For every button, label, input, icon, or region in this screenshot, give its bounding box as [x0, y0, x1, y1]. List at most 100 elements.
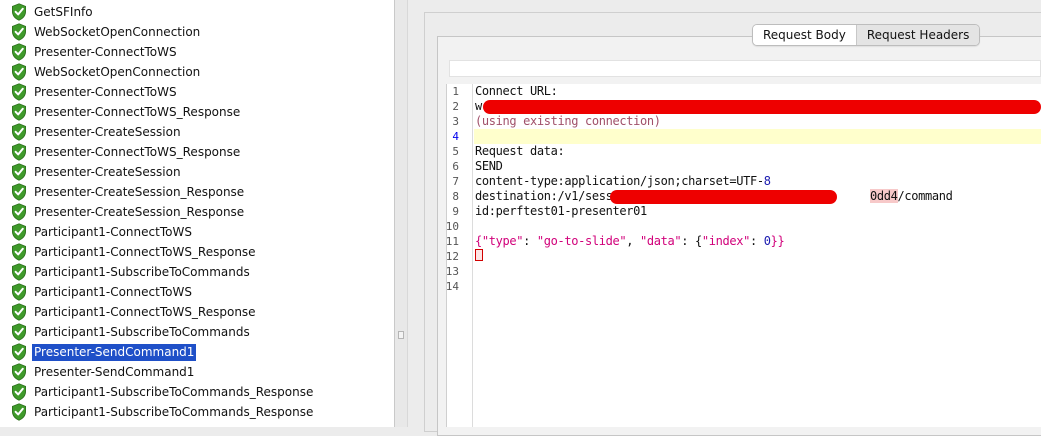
code-line-5: Request data:	[475, 144, 565, 158]
json-brace: }}	[770, 234, 785, 248]
tree-item-label: WebSocketOpenConnection	[34, 64, 201, 79]
sampler-tree: GetSFInfo WebSocketOpenConnection Presente…	[0, 0, 394, 427]
tree-item[interactable]: Participant1-ConnectToWS	[11, 282, 391, 302]
tab-request-headers[interactable]: Request Headers	[856, 25, 980, 45]
redaction-mark	[483, 100, 1041, 114]
line-number: 7	[452, 175, 459, 188]
line-number: 9	[452, 205, 459, 218]
success-shield-icon	[11, 383, 27, 401]
success-shield-icon	[11, 323, 27, 341]
line-number: 10	[445, 220, 459, 233]
request-body-editor[interactable]: 1 2 3 4 5 6 7 8 9 10 11 12 13 14 Connect URL: w (usin…	[446, 84, 1041, 427]
tree-item[interactable]: Presenter-ConnectToWS_Response	[11, 142, 391, 162]
tree-item-label: Participant1-SubscribeToCommands	[34, 264, 250, 279]
tree-item[interactable]: Presenter-CreateSession	[11, 122, 391, 142]
tree-item-label: GetSFInfo	[34, 4, 93, 19]
charset-number: 8	[763, 174, 771, 188]
json-colon: :	[750, 234, 764, 248]
tab-request-body[interactable]: Request Body	[753, 25, 857, 45]
tree-item-label: Presenter-CreateSession_Response	[34, 204, 245, 219]
tree-item[interactable]: Presenter-ConnectToWS_Response	[11, 102, 391, 122]
tree-item[interactable]: Presenter-SendCommand1	[11, 362, 391, 382]
line-number: 14	[445, 280, 459, 293]
success-shield-icon	[11, 83, 27, 101]
tree-item-label: Participant1-ConnectToWS_Response	[34, 304, 256, 319]
tree-item[interactable]: Participant1-SubscribeToCommands_Respons…	[11, 402, 391, 422]
tree-item[interactable]: Participant1-SubscribeToCommands	[11, 262, 391, 282]
success-shield-icon	[11, 283, 27, 301]
line-number: 2	[452, 100, 459, 113]
editor-search-bar[interactable]	[449, 60, 1041, 77]
tree-item[interactable]: Participant1-ConnectToWS_Response	[11, 302, 391, 322]
line-number: 13	[445, 265, 459, 278]
destination-command: /command	[897, 189, 953, 203]
tree-item[interactable]: Participant1-ConnectToWS	[11, 222, 391, 242]
success-shield-icon	[11, 23, 27, 41]
success-shield-icon	[11, 63, 27, 81]
tree-item-label: Participant1-ConnectToWS	[34, 284, 192, 299]
result-panel: Request Body Request Headers 1 2 3 4 5 6 7 8 9 10…	[408, 0, 1041, 436]
success-shield-icon	[11, 203, 27, 221]
tree-item-label: Participant1-ConnectToWS	[34, 224, 192, 239]
tree-item[interactable]: Presenter-SendCommand1	[11, 342, 391, 362]
success-shield-icon	[11, 123, 27, 141]
tree-item[interactable]: Presenter-CreateSession_Response	[11, 202, 391, 222]
line-number: 3	[452, 115, 459, 128]
tree-item-label: Presenter-CreateSession	[34, 124, 181, 139]
json-value: "go-to-slide"	[536, 234, 627, 248]
line-number-gutter: 1 2 3 4 5 6 7 8 9 10 11 12 13 14	[446, 84, 473, 427]
success-shield-icon	[11, 43, 27, 61]
tree-item-label: Presenter-CreateSession	[34, 164, 181, 179]
code-line-6: SEND	[475, 159, 503, 173]
line-number: 11	[445, 235, 459, 248]
code-line-1: Connect URL:	[475, 84, 558, 98]
json-key: "type"	[481, 234, 524, 248]
json-colon: :	[523, 234, 537, 248]
success-shield-icon	[11, 343, 27, 361]
json-key: "data"	[640, 234, 682, 248]
tree-item[interactable]: Presenter-CreateSession_Response	[11, 182, 391, 202]
tree-item[interactable]: GetSFInfo	[11, 2, 391, 22]
success-shield-icon	[11, 103, 27, 121]
json-key: "index"	[701, 234, 750, 248]
connect-url-text: w	[475, 99, 482, 113]
code-line-12	[475, 249, 483, 264]
line-number: 12	[445, 250, 459, 263]
tree-item-label: Presenter-CreateSession_Response	[34, 184, 245, 199]
line-number: 4	[452, 130, 459, 143]
current-line-highlight	[474, 129, 1041, 144]
tree-item[interactable]: Participant1-ConnectToWS_Response	[11, 242, 391, 262]
line-number: 5	[452, 145, 459, 158]
tree-item-label: Presenter-ConnectToWS_Response	[34, 104, 241, 119]
line-number: 8	[452, 190, 459, 203]
line-number: 6	[452, 160, 459, 173]
code-line-3: (using existing connection)	[475, 114, 661, 129]
json-number: 0	[763, 234, 771, 248]
tree-item[interactable]: Participant1-SubscribeToCommands_Respons…	[11, 382, 391, 402]
success-shield-icon	[11, 363, 27, 381]
tree-item-label: Participant1-ConnectToWS_Response	[34, 244, 256, 259]
code-line-11: {"type": "go-to-slide", "data": {"index"…	[475, 234, 785, 249]
tree-item[interactable]: WebSocketOpenConnection	[11, 62, 391, 82]
tree-item[interactable]: Presenter-ConnectToWS	[11, 42, 391, 62]
tree-item-label: Presenter-ConnectToWS_Response	[34, 144, 241, 159]
splitter-handle[interactable]	[398, 331, 404, 339]
success-shield-icon	[11, 183, 27, 201]
code-line-7: content-type:application/json;charset=UT…	[475, 174, 771, 189]
caret-marker	[475, 249, 483, 261]
content-type-text: content-type:application/json;charset=UT…	[475, 174, 764, 188]
tree-item-label: Participant1-SubscribeToCommands_Respons…	[34, 384, 314, 399]
success-shield-icon	[11, 223, 27, 241]
redaction-mark	[610, 190, 837, 204]
tree-item[interactable]: Presenter-ConnectToWS	[11, 82, 391, 102]
tree-item-label: Presenter-SendCommand1	[32, 343, 197, 361]
panel-splitter[interactable]	[394, 0, 408, 427]
request-tabs: Request Body Request Headers	[752, 24, 981, 46]
tree-item-label: Participant1-SubscribeToCommands	[34, 324, 250, 339]
success-shield-icon	[11, 263, 27, 281]
json-brace: {	[475, 234, 482, 248]
tree-item[interactable]: Presenter-CreateSession	[11, 162, 391, 182]
success-shield-icon	[11, 3, 27, 21]
tree-item[interactable]: WebSocketOpenConnection	[11, 22, 391, 42]
tree-item[interactable]: Participant1-SubscribeToCommands	[11, 322, 391, 342]
